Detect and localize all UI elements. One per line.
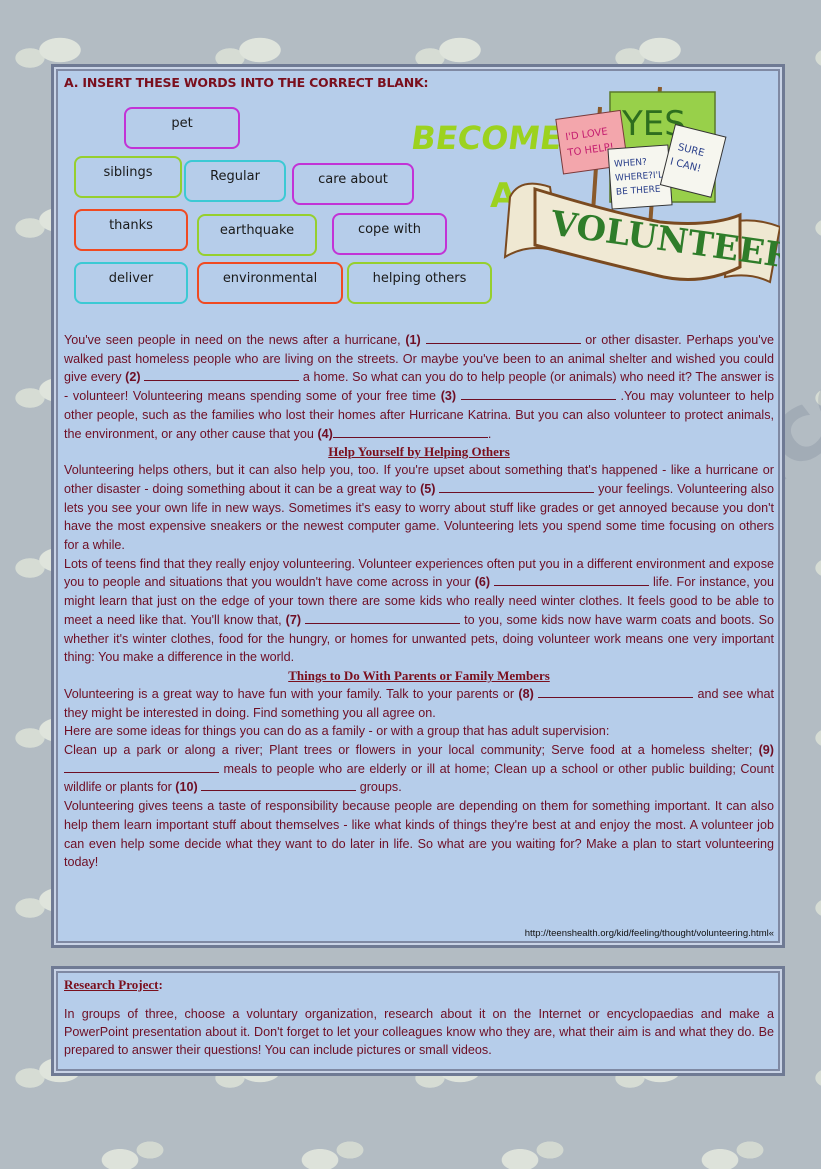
paragraph-3: Lots of teens find that they really enjo… bbox=[64, 556, 775, 665]
blank-number-10: (10) bbox=[175, 780, 198, 795]
paragraph-2: Volunteering helps others, but it can al… bbox=[64, 463, 775, 553]
paragraph-7: Volunteering gives teens a taste of resp… bbox=[64, 799, 774, 870]
article-body: You've seen people in need on the news a… bbox=[64, 331, 774, 872]
paragraph-5: Here are some ideas for things you can d… bbox=[64, 724, 610, 739]
blank-number-6: (6) bbox=[474, 575, 491, 590]
source-link[interactable]: http://teenshealth.org/kid/feeling/thoug… bbox=[525, 928, 774, 939]
blank-4[interactable] bbox=[332, 425, 488, 438]
worksheet-panel: A. INSERT THESE WORDS INTO THE CORRECT B… bbox=[51, 64, 785, 948]
blank-number-7: (7) bbox=[285, 612, 302, 627]
blank-number-9: (9) bbox=[758, 743, 774, 758]
blank-10[interactable] bbox=[201, 778, 357, 792]
word-box-regular: Regular bbox=[184, 160, 286, 202]
word-box-pet: pet bbox=[124, 107, 240, 149]
word-box-care-about: care about bbox=[292, 163, 414, 205]
blank-number-8: (8) bbox=[518, 686, 534, 701]
paragraph-1: You've seen people in need on the news a… bbox=[64, 331, 775, 441]
blank-number-1: (1) bbox=[405, 333, 421, 347]
blank-8[interactable] bbox=[538, 685, 694, 698]
blank-number-5: (5) bbox=[420, 481, 436, 496]
instruction-heading: A. INSERT THESE WORDS INTO THE CORRECT B… bbox=[64, 75, 429, 90]
blank-number-2: (2) bbox=[125, 370, 141, 385]
blank-number-3: (3) bbox=[440, 389, 457, 404]
research-project-panel: Research Project: In groups of three, ch… bbox=[51, 966, 785, 1076]
blank-2[interactable] bbox=[144, 368, 300, 382]
heading-things-to-do: Things to Do With Parents or Family Memb… bbox=[288, 667, 550, 683]
word-box-thanks: thanks bbox=[74, 209, 188, 251]
heading-help-yourself: Help Yourself by Helping Others bbox=[328, 444, 510, 460]
paragraph-6: Clean up a park or along a river; Plant … bbox=[64, 743, 774, 795]
blank-number-4: (4) bbox=[317, 426, 333, 441]
blank-3[interactable] bbox=[460, 387, 616, 401]
become-a-volunteer-illustration: BECOME A YES I'D LOVE TO HELP! WHEN? WHE… bbox=[410, 86, 780, 284]
paragraph-4: Volunteering is a great way to have fun … bbox=[64, 685, 775, 720]
svg-text:BECOME: BECOME bbox=[410, 119, 565, 157]
research-project-title: Research Project: bbox=[64, 977, 163, 992]
word-box-siblings: siblings bbox=[74, 156, 182, 198]
blank-5[interactable] bbox=[439, 480, 595, 493]
word-box-deliver: deliver bbox=[74, 262, 188, 304]
blank-9[interactable] bbox=[64, 760, 219, 773]
research-project-body: In groups of three, choose a voluntary o… bbox=[64, 1007, 774, 1057]
word-box-earthquake: earthquake bbox=[197, 214, 317, 256]
blank-6[interactable] bbox=[494, 573, 650, 587]
blank-1[interactable] bbox=[425, 331, 581, 344]
blank-7[interactable] bbox=[305, 611, 461, 624]
word-box-environmental: environmental bbox=[197, 262, 343, 304]
